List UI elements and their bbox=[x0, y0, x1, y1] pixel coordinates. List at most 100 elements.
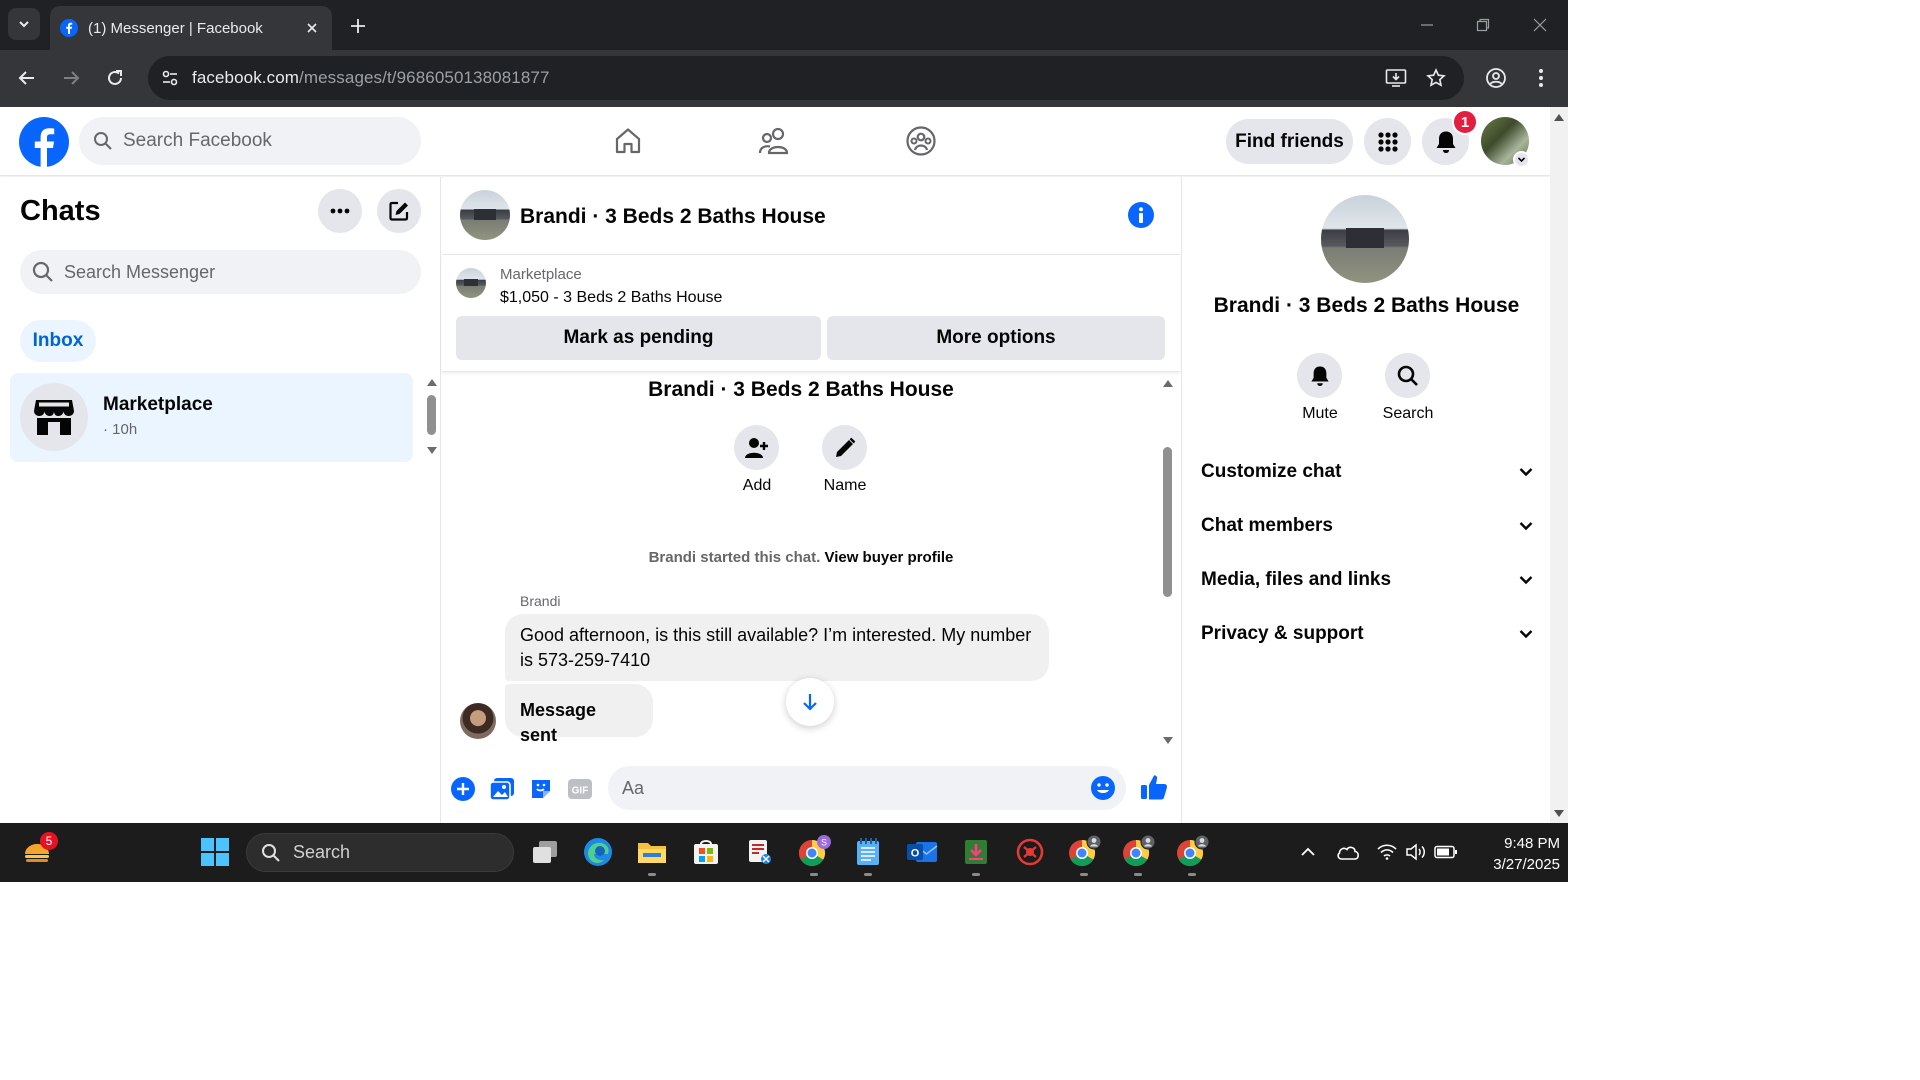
add-label: Add bbox=[742, 477, 772, 494]
info-icon[interactable] bbox=[1128, 202, 1154, 228]
conversation-avatar[interactable] bbox=[460, 190, 510, 240]
messenger-search-box[interactable] bbox=[20, 250, 421, 294]
message-bubble[interactable]: Good afternoon, is this still available?… bbox=[505, 614, 1049, 681]
show-hidden-icons-chevron-up-icon[interactable] bbox=[1290, 833, 1326, 871]
security-app-icon[interactable] bbox=[1011, 833, 1049, 871]
attach-photo-icon[interactable] bbox=[488, 775, 516, 803]
clock[interactable]: 9:48 PM 3/27/2025 bbox=[1470, 833, 1560, 875]
clock-date: 3/27/2025 bbox=[1493, 856, 1560, 873]
task-view-icon[interactable] bbox=[526, 833, 564, 871]
chats-scrollbar-thumb[interactable] bbox=[427, 395, 436, 435]
scroll-down-arrow-icon[interactable] bbox=[1554, 810, 1564, 818]
url-text: facebook.com/messages/t/9686050138081877 bbox=[192, 68, 550, 88]
profile-button[interactable] bbox=[1480, 62, 1512, 94]
section-label: Customize chat bbox=[1201, 461, 1342, 482]
name-chat-button[interactable] bbox=[822, 425, 867, 470]
customize-chat-section[interactable]: Customize chat bbox=[1201, 452, 1533, 492]
add-people-button[interactable] bbox=[734, 425, 779, 470]
facebook-favicon-icon bbox=[60, 19, 78, 37]
arrow-left-icon bbox=[18, 71, 34, 85]
site-info-icon[interactable] bbox=[160, 68, 180, 88]
tab-search-button[interactable] bbox=[8, 8, 40, 40]
reload-button[interactable] bbox=[99, 62, 131, 94]
file-explorer-icon[interactable] bbox=[633, 833, 671, 871]
home-nav-button[interactable] bbox=[608, 121, 648, 161]
messenger-search-input[interactable] bbox=[64, 261, 394, 283]
minimize-button[interactable] bbox=[1412, 10, 1442, 40]
forward-button[interactable] bbox=[55, 62, 87, 94]
listing-title[interactable]: $1,050 - 3 Beds 2 Baths House bbox=[500, 289, 722, 307]
conversation-title[interactable]: Brandi · 3 Beds 2 Baths House bbox=[520, 205, 826, 229]
tab-title: (1) Messenger | Facebook bbox=[88, 19, 263, 37]
search-in-conversation-button[interactable] bbox=[1385, 353, 1430, 398]
more-actions-plus-icon[interactable] bbox=[449, 775, 477, 803]
listing-thumbnail[interactable] bbox=[456, 268, 486, 298]
bookmark-star-icon[interactable] bbox=[1424, 66, 1448, 90]
friends-nav-button[interactable] bbox=[754, 121, 794, 161]
back-button[interactable] bbox=[11, 62, 43, 94]
media-files-links-section[interactable]: Media, files and links bbox=[1201, 560, 1533, 600]
groups-nav-button[interactable] bbox=[901, 121, 941, 161]
scroll-up-arrow-icon[interactable] bbox=[426, 378, 438, 386]
facebook-search-input[interactable] bbox=[123, 130, 393, 152]
close-tab-icon[interactable] bbox=[302, 18, 322, 38]
edge-browser-icon[interactable] bbox=[579, 833, 617, 871]
message-input-box[interactable] bbox=[608, 766, 1126, 810]
messages-scrollbar-thumb[interactable] bbox=[1163, 447, 1172, 597]
scroll-down-arrow-icon[interactable] bbox=[426, 447, 438, 455]
battery-icon[interactable] bbox=[1428, 833, 1464, 871]
onedrive-cloud-icon[interactable] bbox=[1330, 833, 1366, 871]
message-input[interactable] bbox=[622, 777, 1082, 799]
install-app-icon[interactable] bbox=[1384, 66, 1408, 90]
restore-button[interactable] bbox=[1468, 10, 1498, 40]
scroll-down-arrow-icon[interactable] bbox=[1162, 737, 1174, 745]
section-label: Privacy & support bbox=[1201, 623, 1364, 644]
new-message-button[interactable] bbox=[377, 189, 421, 233]
menu-button[interactable] bbox=[1364, 118, 1411, 165]
browser-tab[interactable]: (1) Messenger | Facebook bbox=[50, 6, 332, 50]
scroll-up-arrow-icon[interactable] bbox=[1554, 113, 1564, 121]
more-options-button[interactable]: More options bbox=[827, 316, 1165, 360]
inbox-filter-tab[interactable]: Inbox bbox=[20, 320, 96, 362]
scroll-up-arrow-icon[interactable] bbox=[1162, 379, 1174, 387]
taskbar-search-label: Search bbox=[293, 842, 351, 862]
download-manager-icon[interactable] bbox=[957, 833, 995, 871]
chrome-profile-icon[interactable] bbox=[1119, 833, 1157, 871]
chrome-profile-icon[interactable] bbox=[1065, 833, 1103, 871]
chrome-profile-icon[interactable] bbox=[1173, 833, 1211, 871]
facebook-logo-icon[interactable] bbox=[19, 117, 69, 167]
pencil-icon bbox=[835, 437, 855, 457]
snipping-tool-icon[interactable] bbox=[741, 833, 779, 871]
facebook-header: Find friends bbox=[0, 107, 1550, 176]
thumbs-up-icon[interactable] bbox=[1138, 771, 1170, 803]
mute-button[interactable] bbox=[1297, 353, 1342, 398]
taskbar-search-box[interactable]: Search bbox=[246, 833, 514, 872]
chrome-profile-s-icon[interactable]: S bbox=[795, 833, 833, 871]
emoji-icon[interactable] bbox=[1090, 775, 1116, 801]
chat-members-section[interactable]: Chat members bbox=[1201, 506, 1533, 546]
windows-start-icon[interactable] bbox=[196, 833, 234, 871]
chat-list-item[interactable]: Marketplace · 10h bbox=[10, 373, 413, 462]
sender-avatar[interactable] bbox=[460, 703, 496, 739]
outlook-icon[interactable]: O bbox=[903, 833, 941, 871]
find-friends-button[interactable]: Find friends bbox=[1226, 119, 1353, 164]
address-bar[interactable]: facebook.com/messages/t/9686050138081877 bbox=[148, 56, 1464, 100]
message-bubble[interactable]: Message sent bbox=[505, 684, 653, 745]
running-indicator bbox=[972, 873, 980, 876]
facebook-search-box[interactable] bbox=[79, 117, 421, 165]
close-window-button[interactable] bbox=[1525, 10, 1555, 40]
view-buyer-profile-link[interactable]: View buyer profile bbox=[824, 549, 953, 566]
sticker-icon[interactable] bbox=[527, 775, 555, 803]
details-avatar[interactable] bbox=[1321, 195, 1409, 283]
page-scrollbar[interactable] bbox=[1550, 107, 1568, 823]
gif-icon[interactable]: GIF bbox=[566, 775, 594, 803]
browser-menu-button[interactable] bbox=[1525, 62, 1557, 94]
new-tab-button[interactable] bbox=[344, 12, 372, 40]
mark-as-pending-button[interactable]: Mark as pending bbox=[456, 316, 821, 360]
privacy-support-section[interactable]: Privacy & support bbox=[1201, 614, 1533, 654]
notepad-icon[interactable] bbox=[849, 833, 887, 871]
chat-options-button[interactable] bbox=[318, 189, 362, 233]
scroll-to-bottom-button[interactable] bbox=[786, 678, 834, 726]
account-caret-icon[interactable] bbox=[1513, 151, 1530, 168]
microsoft-store-icon[interactable] bbox=[687, 833, 725, 871]
